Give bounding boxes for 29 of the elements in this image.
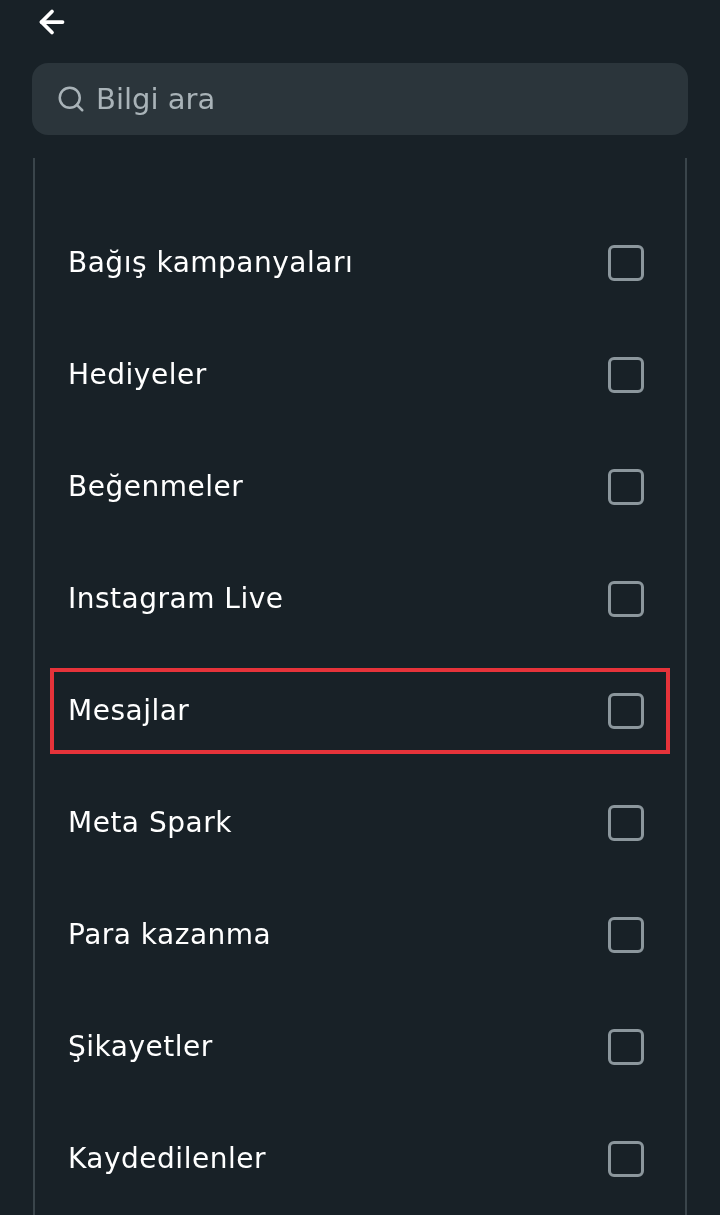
item-label: Meta Spark [68, 805, 232, 841]
item-label: Para kazanma [68, 917, 272, 953]
checkbox[interactable] [608, 693, 644, 729]
list-item[interactable]: Meta Spark [50, 780, 670, 866]
checkbox[interactable] [608, 469, 644, 505]
item-label: Mesajlar [68, 693, 190, 729]
checkbox[interactable] [608, 1029, 644, 1065]
item-label: Kaydedilenler [68, 1141, 266, 1177]
item-label: Hediyeler [68, 357, 207, 393]
list-item[interactable]: Para kazanma [50, 892, 670, 978]
search-icon [56, 84, 86, 114]
list-item[interactable]: Beğenmeler [50, 444, 670, 530]
list-item[interactable]: Kaydedilenler [50, 1116, 670, 1202]
search-field[interactable]: Bilgi ara [32, 63, 688, 135]
item-label: Bağış kampanyaları [68, 245, 354, 281]
item-label: Şikayetler [68, 1029, 213, 1065]
checkbox[interactable] [608, 805, 644, 841]
checkbox[interactable] [608, 581, 644, 617]
item-label: Instagram Live [68, 581, 284, 617]
list-item[interactable]: Şikayetler [50, 1004, 670, 1090]
list-item[interactable]: Bağış kampanyaları [50, 220, 670, 306]
checkbox[interactable] [608, 357, 644, 393]
checkbox[interactable] [608, 917, 644, 953]
list-item[interactable]: Hediyeler [50, 332, 670, 418]
checkbox[interactable] [608, 1141, 644, 1177]
item-label: Beğenmeler [68, 469, 244, 505]
checkbox[interactable] [608, 245, 644, 281]
list-item[interactable]: Mesajlar [50, 668, 670, 754]
list-item[interactable]: Instagram Live [50, 556, 670, 642]
